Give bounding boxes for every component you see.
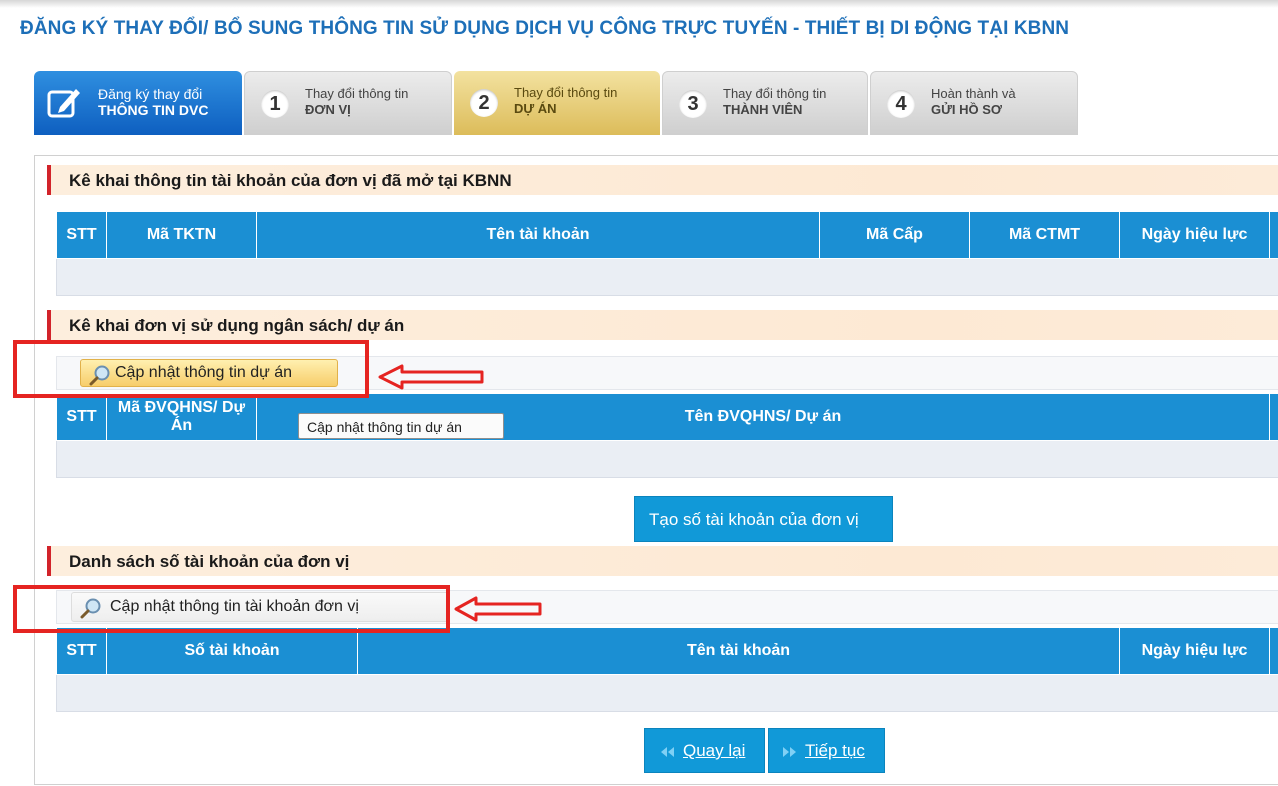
window-top-shadow	[0, 0, 1278, 8]
empty-cell	[56, 440, 1278, 478]
col-header: Mã Cấp	[819, 211, 970, 259]
double-left-arrow-icon	[661, 747, 674, 757]
table-row	[56, 440, 1278, 478]
button-label: Tiếp tục	[805, 741, 865, 760]
account-list-table: STT Số tài khoản Tên tài khoản Ngày hiệu…	[56, 627, 1278, 712]
section-title: Kê khai đơn vị sử dụng ngân sách/ dự án	[69, 316, 405, 335]
section-header-accounts: Kê khai thông tin tài khoản của đơn vị đ…	[47, 165, 1278, 195]
highlight-box-project	[13, 340, 369, 398]
section-title: Danh sách số tài khoản của đơn vị	[69, 552, 350, 571]
tab-register-dvc[interactable]: Đăng ký thay đổi THÔNG TIN DVC	[34, 71, 242, 135]
col-header: STT	[56, 211, 107, 259]
tab-line1: Hoàn thành và	[931, 86, 1016, 101]
empty-cell	[56, 674, 1278, 712]
col-header: Mã CTMT	[969, 211, 1120, 259]
col-header: STT	[56, 393, 107, 441]
table-header-row: STT Mã TKTN Tên tài khoản Mã Cấp Mã CTMT…	[56, 211, 1278, 259]
tooltip: Cập nhật thông tin dự án	[298, 413, 504, 439]
col-header-extra	[1269, 393, 1278, 441]
section-header-budget-units: Kê khai đơn vị sử dụng ngân sách/ dự án	[47, 310, 1278, 340]
highlight-box-account	[13, 585, 450, 633]
edit-icon	[47, 89, 80, 118]
left-arrow-icon	[454, 596, 542, 622]
next-button[interactable]: Tiếp tục	[768, 728, 885, 773]
section-header-account-list: Danh sách số tài khoản của đơn vị	[47, 546, 1278, 576]
tab-unit-info[interactable]: 1 Thay đổi thông tin ĐƠN VỊ	[244, 71, 452, 135]
table-header-row: STT Số tài khoản Tên tài khoản Ngày hiệu…	[56, 627, 1278, 675]
col-header: Tên tài khoản	[256, 211, 820, 259]
table-row	[56, 674, 1278, 712]
tab-line1: Thay đổi thông tin	[723, 86, 827, 101]
tab-line2: DỰ ÁN	[514, 101, 557, 116]
col-header: Ngày hiệu lực	[1119, 627, 1270, 675]
section-title: Kê khai thông tin tài khoản của đơn vị đ…	[69, 171, 512, 190]
tab-member-info[interactable]: 3 Thay đổi thông tin THÀNH VIÊN	[662, 71, 868, 135]
budget-units-table: STT Mã ĐVQHNS/ Dự Án Tên ĐVQHNS/ Dự án	[56, 393, 1278, 478]
col-header: Tên tài khoản	[357, 627, 1120, 675]
accounts-table: STT Mã TKTN Tên tài khoản Mã Cấp Mã CTMT…	[56, 211, 1278, 296]
tab-line1: Thay đổi thông tin	[514, 85, 618, 100]
tab-project-info[interactable]: 2 Thay đổi thông tin DỰ ÁN	[454, 71, 660, 135]
step-number: 1	[261, 90, 289, 118]
table-row	[56, 258, 1278, 296]
step-number: 2	[470, 89, 498, 117]
tab-line2: THÀNH VIÊN	[723, 102, 803, 117]
page-title: ĐĂNG KÝ THAY ĐỔI/ BỔ SUNG THÔNG TIN SỬ D…	[20, 18, 1070, 39]
tab-line2: GỬI HỒ SƠ	[931, 102, 1002, 117]
button-label: Tạo số tài khoản của đơn vị	[649, 510, 859, 529]
col-header: STT	[56, 627, 107, 675]
double-right-arrow-icon	[783, 747, 796, 757]
tab-submit[interactable]: 4 Hoàn thành và GỬI HỒ SƠ	[870, 71, 1078, 135]
col-header-extra	[1269, 627, 1278, 675]
tab-line2: THÔNG TIN DVC	[98, 102, 209, 118]
tab-line2: ĐƠN VỊ	[305, 102, 351, 117]
col-header: Mã TKTN	[106, 211, 257, 259]
empty-cell	[56, 258, 1278, 296]
tooltip-text: Cập nhật thông tin dự án	[307, 419, 462, 435]
tab-line1: Thay đổi thông tin	[305, 86, 409, 101]
left-arrow-icon	[378, 364, 484, 390]
col-header: Số tài khoản	[106, 627, 358, 675]
button-label: Quay lại	[683, 741, 746, 760]
create-account-button[interactable]: Tạo số tài khoản của đơn vị	[634, 496, 893, 542]
tab-line1: Đăng ký thay đổi	[98, 86, 203, 102]
col-header: Ngày hiệu lực	[1119, 211, 1270, 259]
back-button[interactable]: Quay lại	[644, 728, 765, 773]
table-header-row: STT Mã ĐVQHNS/ Dự Án Tên ĐVQHNS/ Dự án	[56, 393, 1278, 441]
col-header-extra	[1269, 211, 1278, 259]
step-number: 3	[679, 90, 707, 118]
col-header: Mã ĐVQHNS/ Dự Án	[106, 393, 257, 441]
step-number: 4	[887, 90, 915, 118]
